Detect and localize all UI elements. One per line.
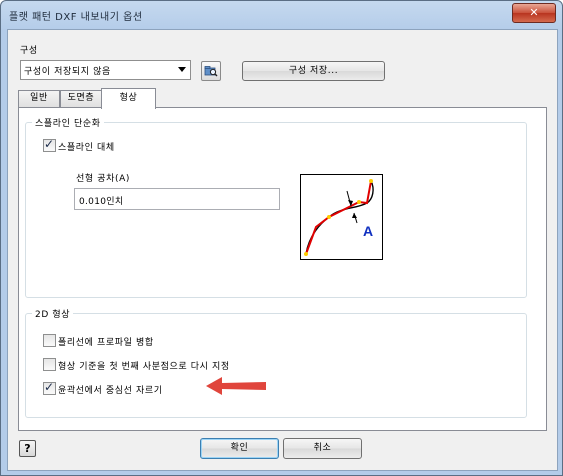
2d-geometry-group-title: 2D 형상	[32, 307, 74, 320]
2d-geometry-group: 2D 형상 폴리선에 프로파일 병합 형상 기준을 첫 번째 사분점으로 다시 …	[25, 307, 527, 418]
spline-tolerance-diagram: A	[300, 174, 383, 260]
load-config-button[interactable]	[201, 61, 221, 81]
rebase-geometry-checkbox[interactable]	[43, 358, 56, 371]
diagram-letter-a: A	[363, 223, 374, 239]
tab-layers[interactable]: 도면층	[60, 90, 102, 107]
config-dropdown-value: 구성이 저장되지 않음	[24, 67, 111, 77]
tolerance-value: 0.010인치	[79, 197, 124, 207]
ok-button[interactable]: 확인	[200, 438, 279, 459]
chevron-down-icon	[178, 67, 186, 72]
folder-search-icon	[204, 66, 218, 77]
merge-profiles-checkbox[interactable]	[43, 334, 56, 347]
dialog-client-area: 구성 구성이 저장되지 않음 구성 저장... 일반 도면층 형상 스플라인 단…	[7, 29, 558, 471]
geometry-tab-panel: 스플라인 단순화 스플라인 대체 선형 공차(A) 0.010인치	[18, 107, 547, 431]
tab-geometry[interactable]: 형상	[101, 88, 156, 109]
annotation-arrow-icon	[206, 377, 266, 395]
trim-centerlines-checkbox[interactable]	[43, 380, 56, 395]
cancel-button[interactable]: 취소	[283, 438, 362, 459]
tolerance-input[interactable]: 0.010인치	[74, 188, 280, 210]
rebase-geometry-label: 형상 기준을 첫 번째 사분점으로 다시 지정	[58, 362, 230, 372]
title-bar[interactable]: 플랫 패턴 DXF 내보내기 옵션 ✕	[1, 1, 562, 29]
save-config-button[interactable]: 구성 저장...	[242, 61, 385, 81]
replace-spline-checkbox[interactable]	[43, 137, 56, 152]
spline-group-title: 스플라인 단순화	[32, 116, 104, 129]
spline-simplification-group: 스플라인 단순화 스플라인 대체 선형 공차(A) 0.010인치	[25, 116, 527, 298]
trim-centerlines-label: 윤곽선에서 중심선 자르기	[58, 386, 163, 396]
tab-general[interactable]: 일반	[18, 90, 60, 107]
config-label: 구성	[20, 46, 38, 56]
merge-profiles-label: 폴리선에 프로파일 병합	[58, 338, 154, 348]
help-icon[interactable]: ?	[19, 440, 36, 457]
close-button[interactable]: ✕	[512, 3, 556, 23]
config-dropdown[interactable]: 구성이 저장되지 않음	[20, 60, 191, 80]
tolerance-label: 선형 공차(A)	[76, 174, 130, 184]
spline-diagram-image	[304, 179, 374, 256]
window-title: 플랫 패턴 DXF 내보내기 옵션	[9, 12, 143, 23]
dialog-window: 플랫 패턴 DXF 내보내기 옵션 ✕ 구성 구성이 저장되지 않음 구성 저장…	[0, 0, 563, 476]
replace-spline-label: 스플라인 대체	[58, 143, 115, 153]
